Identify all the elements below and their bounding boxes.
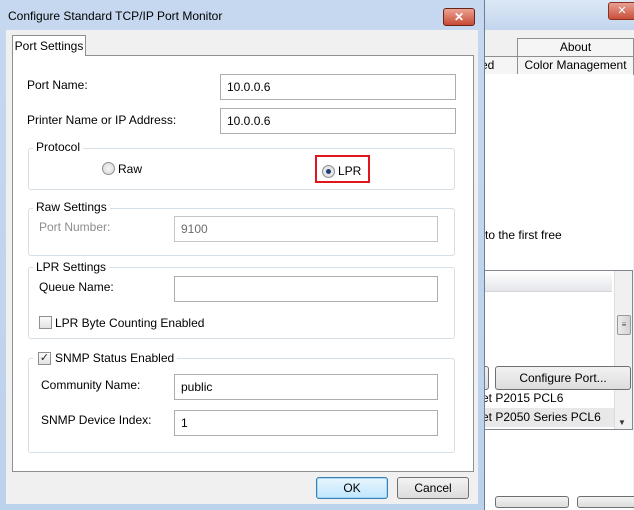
port-number-label: Port Number: [39, 220, 111, 234]
snmp-group-title[interactable]: SNMP Status Enabled [33, 351, 178, 365]
apply-button[interactable] [577, 496, 634, 508]
port-name-input[interactable]: 10.0.0.6 [220, 74, 456, 100]
raw-radio-label[interactable]: Raw [118, 162, 142, 176]
port-instructions-text: to the first free [485, 228, 562, 242]
lpr-byte-counting-label[interactable]: LPR Byte Counting Enabled [55, 316, 204, 330]
community-name-input[interactable]: public [174, 374, 438, 400]
ok-button[interactable]: OK [316, 477, 388, 499]
dialog-client-area: Port Settings Port Name: 10.0.0.6 Printe… [6, 30, 478, 504]
lpr-settings-group-title: LPR Settings [33, 260, 110, 274]
port-list-scrollbar[interactable]: ≡ ▼ [614, 271, 632, 429]
lpr-byte-counting-checkbox[interactable] [39, 316, 52, 329]
dialog-close-button[interactable]: ✕ [443, 8, 475, 26]
raw-settings-group-title: Raw Settings [33, 200, 110, 214]
protocol-group [28, 148, 455, 190]
window-close-button[interactable]: ✕ [608, 2, 634, 20]
snmp-device-index-input[interactable]: 1 [174, 410, 438, 436]
raw-radio[interactable] [102, 162, 115, 175]
printer-address-input[interactable]: 10.0.0.6 [220, 108, 456, 134]
configure-port-button[interactable]: Configure Port... [495, 366, 631, 390]
list-item[interactable]: et P2015 PCL6 [482, 389, 614, 408]
port-number-input[interactable]: 9100 [174, 216, 438, 242]
cancel-button[interactable]: Cancel [397, 477, 469, 499]
tab-about[interactable]: About [517, 38, 634, 57]
community-name-label: Community Name: [41, 378, 141, 392]
printer-address-label: Printer Name or IP Address: [27, 113, 177, 127]
window-title-bar: ✕ [480, 0, 634, 30]
port-list[interactable]: et P2015 PCL6 et P2050 Series PCL6 ≡ ▼ [481, 270, 633, 430]
queue-name-label: Queue Name: [39, 280, 114, 294]
snmp-group [28, 358, 455, 453]
port-settings-panel: Port Name: 10.0.0.6 Printer Name or IP A… [12, 55, 474, 472]
queue-name-input[interactable] [174, 276, 438, 302]
lpr-highlight-box [315, 155, 370, 183]
printer-properties-window: ✕ About ed Color Management to the first… [473, 0, 634, 510]
scroll-down-arrow-icon[interactable]: ▼ [618, 418, 626, 427]
port-list-header [482, 271, 612, 292]
tab-port-settings[interactable]: Port Settings [12, 35, 86, 56]
configure-port-dialog: Configure Standard TCP/IP Port Monitor ✕… [0, 0, 485, 510]
dialog-title: Configure Standard TCP/IP Port Monitor [8, 9, 223, 23]
port-name-label: Port Name: [27, 78, 88, 92]
tab-advanced[interactable]: ed [480, 56, 518, 75]
list-item[interactable]: et P2050 Series PCL6 [482, 408, 614, 427]
cancel-button[interactable] [495, 496, 569, 508]
scrollbar-thumb[interactable]: ≡ [617, 315, 631, 335]
properties-tab-panel: to the first free et P2015 PCL6 et P2050… [473, 74, 634, 510]
tab-color-management[interactable]: Color Management [517, 56, 634, 75]
snmp-status-checkbox[interactable]: ✓ [38, 352, 51, 365]
snmp-device-index-label: SNMP Device Index: [41, 413, 152, 427]
protocol-group-title: Protocol [33, 140, 84, 154]
